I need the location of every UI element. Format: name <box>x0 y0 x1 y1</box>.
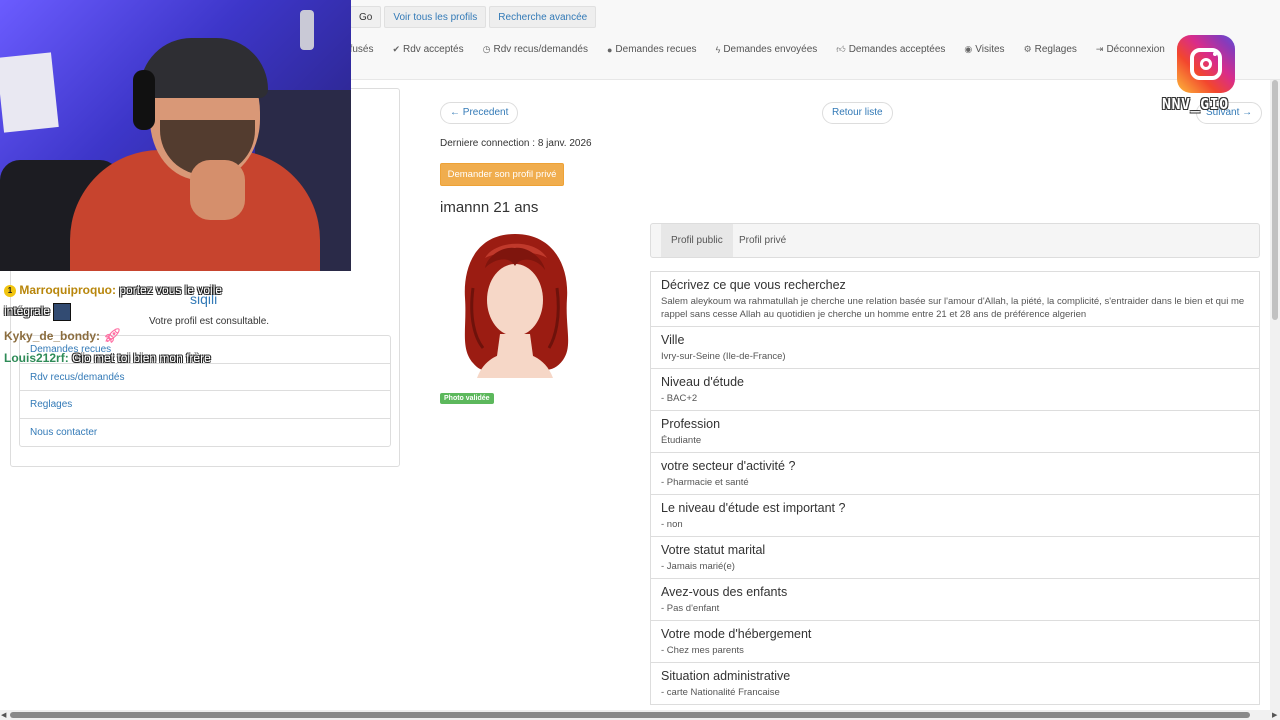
chat-message: Louis212rf: Gio met toi bien mon frère <box>4 351 211 365</box>
field-marital-status: Votre statut marital - Jamais marié(e) <box>651 537 1259 579</box>
field-label: Votre mode d'hébergement <box>661 627 812 641</box>
nav-requests-accepted[interactable]: 👍︎ Demandes acceptées <box>836 44 945 55</box>
nav-rdv-received[interactable]: ◷ Rdv recus/demandés <box>483 44 588 55</box>
vertical-scrollbar[interactable] <box>1270 80 1280 710</box>
request-private-profile-button[interactable]: Demander son profil privé <box>440 163 564 186</box>
bolt-icon: ϟ <box>715 44 721 55</box>
field-value: - BAC+2 <box>661 393 698 404</box>
all-profiles-button[interactable]: Voir tous les profils <box>384 6 487 28</box>
field-label: Situation administrative <box>661 669 791 683</box>
field-label: Avez-vous des enfants <box>661 585 788 599</box>
field-value: Ivry-sur-Seine (Ile-de-France) <box>661 351 786 362</box>
scroll-left-arrow-icon[interactable]: ◀ <box>1 711 6 719</box>
field-value: - non <box>661 519 683 530</box>
wall-poster <box>0 52 59 133</box>
profile-tabs: Profil public Profil privé <box>650 223 1260 258</box>
emote-icon <box>53 302 72 321</box>
chat-message: 1 Marroquiproquo: portez vous le voile i… <box>4 280 244 322</box>
tab-private-profile[interactable]: Profil privé <box>729 224 796 257</box>
field-label: Le niveau d'étude est important ? <box>661 501 846 515</box>
field-admin-status: Situation administrative - carte Nationa… <box>651 663 1259 705</box>
field-value: - Jamais marié(e) <box>661 561 735 572</box>
nav-requests-sent[interactable]: ϟ Demandes envoyées <box>716 44 818 55</box>
last-connection: Derniere connection : 8 janv. 2026 <box>440 138 592 149</box>
logout-icon: ⇥ <box>1095 44 1104 54</box>
clock-icon: ◷ <box>482 44 491 54</box>
back-to-list-button[interactable]: Retour liste <box>822 102 893 124</box>
horizontal-scroll-thumb[interactable] <box>10 712 1250 718</box>
sub-badge-icon: 1 <box>4 284 16 297</box>
instagram-icon <box>1177 35 1235 93</box>
chat-message: Kyky_de_bondy: 🚀︎ <box>4 327 122 343</box>
profile-name-age: imannn 21 ans <box>440 199 539 216</box>
thumbs-up-icon: 👍︎ <box>836 44 846 54</box>
rocket-emote-icon: 🚀︎ <box>103 327 122 343</box>
nav-label: Rdv recus/demandés <box>493 44 588 55</box>
photo-validated-badge: Photo validée <box>440 393 494 404</box>
nav-rdv-accepted[interactable]: ✔ Rdv acceptés <box>392 44 463 55</box>
nav-requests-received[interactable]: ● Demandes recues <box>607 44 697 55</box>
info-circle-icon: ● <box>606 44 613 55</box>
field-value: - Chez mes parents <box>661 645 744 656</box>
field-education-important: Le niveau d'étude est important ? - non <box>651 495 1259 537</box>
nav-label: Reglages <box>1034 44 1077 55</box>
eye-icon: ◉ <box>964 44 973 54</box>
gear-icon: ⚙ <box>1023 44 1032 54</box>
chat-text: Gio met toi bien mon frère <box>72 351 211 365</box>
field-value: - Pas d'enfant <box>661 603 720 614</box>
sidebar-link-settings[interactable]: Reglages <box>20 391 390 419</box>
webcam-overlay <box>0 0 351 271</box>
nav-logout[interactable]: ⇥ Déconnexion <box>1096 44 1165 55</box>
field-value: - Pharmacie et santé <box>661 477 749 488</box>
field-label: Décrivez ce que vous recherchez <box>661 278 846 292</box>
tab-public-profile[interactable]: Profil public <box>661 224 733 257</box>
field-label: Votre statut marital <box>661 543 766 557</box>
field-looking-for: Décrivez ce que vous recherchez Salem al… <box>651 272 1259 327</box>
chat-username: Kyky_de_bondy <box>4 329 97 343</box>
nav-label: Demandes acceptées <box>848 44 946 55</box>
horizontal-scrollbar[interactable] <box>0 710 1280 720</box>
previous-button[interactable]: ← Precedent <box>440 102 519 124</box>
nav-label: Visites <box>975 44 1005 55</box>
field-label: votre secteur d'activité ? <box>661 459 796 473</box>
chat-username: Marroquiproquo <box>19 283 112 297</box>
field-children: Avez-vous des enfants - Pas d'enfant <box>651 579 1259 621</box>
field-label: Ville <box>661 333 685 347</box>
top-buttons: Go Voir tous les profils Recherche avanc… <box>350 6 597 28</box>
nav-label: Demandes envoyées <box>723 44 818 55</box>
streamer-hand <box>190 160 245 220</box>
profile-fields: Décrivez ce que vous recherchez Salem al… <box>650 271 1260 705</box>
main-nav: efusés ✔ Rdv acceptés ◷ Rdv recus/demandés… <box>344 44 1165 55</box>
headphones <box>133 70 155 130</box>
streamer-cap <box>140 38 268 98</box>
instagram-handle: NNV_GIO <box>1162 95 1229 113</box>
field-city: Ville Ivry-sur-Seine (Ile-de-France) <box>651 327 1259 369</box>
chat-username: Louis212rf <box>4 351 65 365</box>
sidebar-link-rdv[interactable]: Rdv recus/demandés <box>20 364 390 391</box>
field-housing: Votre mode d'hébergement - Chez mes pare… <box>651 621 1259 663</box>
field-profession: Profession Étudiante <box>651 411 1259 453</box>
go-button[interactable]: Go <box>350 6 382 28</box>
field-education: Niveau d'étude - BAC+2 <box>651 369 1259 411</box>
sidebar-link-contact[interactable]: Nous contacter <box>20 419 390 447</box>
field-value: Étudiante <box>661 435 702 446</box>
check-circle-icon: ✔ <box>392 44 401 54</box>
field-label: Niveau d'étude <box>661 375 745 389</box>
nav-label: Demandes recues <box>615 44 697 55</box>
field-label: Profession <box>661 417 721 431</box>
nav-settings[interactable]: ⚙ Reglages <box>1024 44 1077 55</box>
field-value: - carte Nationalité Francaise <box>661 687 780 698</box>
nav-label: Déconnexion <box>1106 44 1165 55</box>
scroll-right-arrow-icon[interactable]: ▶ <box>1272 711 1277 719</box>
vertical-scroll-thumb[interactable] <box>1272 80 1278 320</box>
nav-label: Rdv acceptés <box>403 44 464 55</box>
field-value: Salem aleykoum wa rahmatullah je cherche… <box>661 296 1245 320</box>
nav-visits[interactable]: ◉ Visites <box>964 44 1004 55</box>
advanced-search-button[interactable]: Recherche avancée <box>489 6 597 28</box>
trophy <box>300 10 314 50</box>
field-sector: votre secteur d'activité ? - Pharmacie e… <box>651 453 1259 495</box>
profile-avatar <box>464 234 569 378</box>
